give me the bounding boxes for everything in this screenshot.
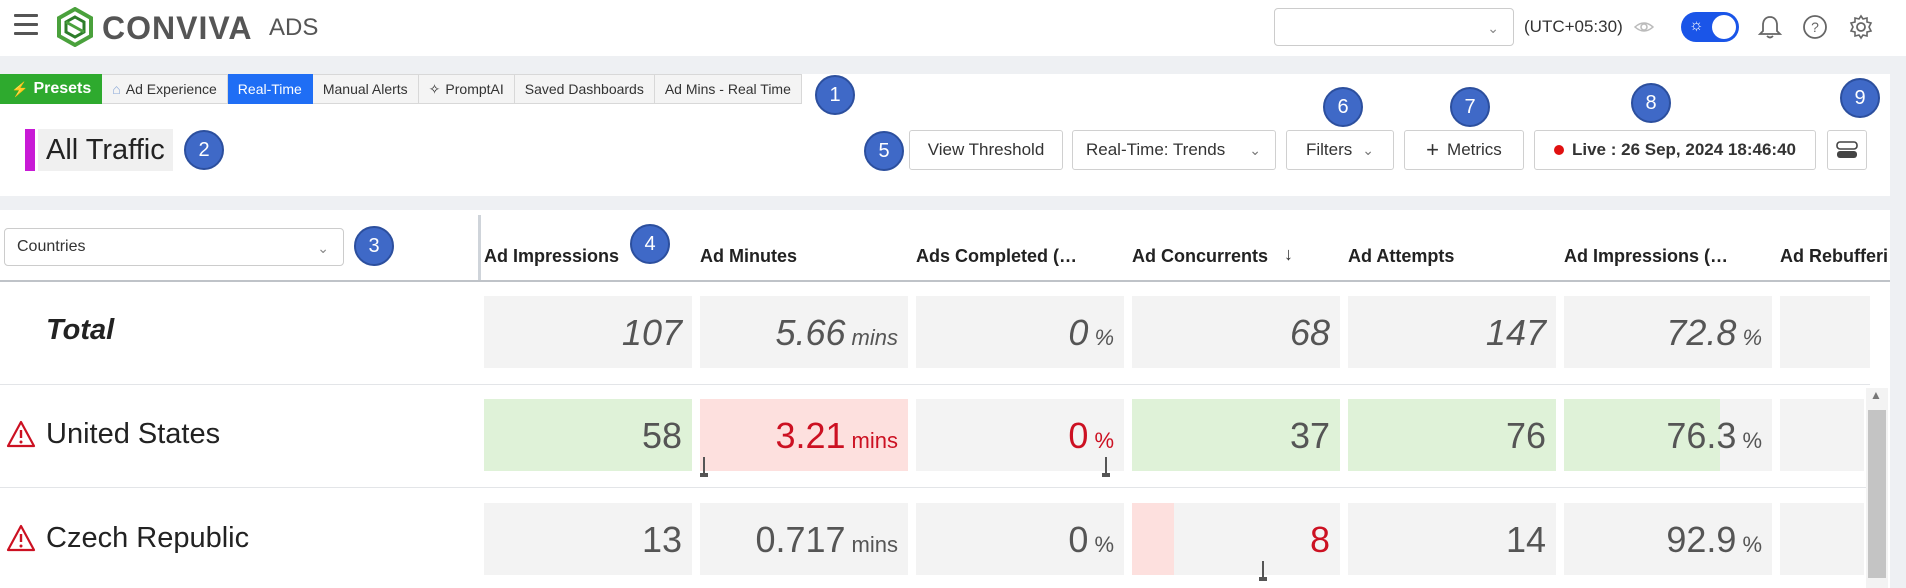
row-divider [0, 487, 1870, 488]
product-name: ADS [269, 14, 319, 41]
column-header-ad-rebuffering[interactable]: Ad Rebufferi [1780, 246, 1890, 267]
dashboard-title[interactable]: All Traffic [38, 129, 173, 171]
tab-ad-experience[interactable]: ⌂ Ad Experience [102, 74, 228, 104]
column-header-ad-impressions-pct[interactable]: Ad Impressions (… [1564, 246, 1728, 267]
tab-presets[interactable]: ⚡ Presets [0, 74, 103, 104]
metric-cell[interactable]: 58 [484, 399, 692, 471]
row-label-czech-republic[interactable]: Czech Republic [46, 522, 249, 555]
tab-saved-dashboards[interactable]: Saved Dashboards [514, 74, 655, 104]
account-select[interactable]: ⌄ [1274, 8, 1514, 46]
tab-ad-mins-real-time[interactable]: Ad Mins - Real Time [654, 74, 802, 104]
column-header-ad-impressions[interactable]: Ad Impressions [484, 246, 619, 267]
metric-cell[interactable]: 0% [916, 503, 1124, 575]
tab-real-time[interactable]: Real-Time [227, 74, 313, 104]
add-metrics-button[interactable]: + Metrics [1404, 130, 1524, 170]
sparkle-icon: ✧ [428, 80, 441, 97]
annotation-badge: 4 [630, 224, 670, 264]
column-header-ad-minutes[interactable]: Ad Minutes [700, 246, 797, 267]
title-color-marker [25, 129, 35, 171]
help-icon[interactable]: ? [1802, 14, 1828, 40]
view-threshold-button[interactable]: View Threshold [909, 130, 1063, 170]
metric-cell[interactable]: 0.717 mins [700, 503, 908, 575]
metric-cell[interactable]: 3.21 mins [700, 399, 908, 471]
plus-icon: + [1426, 137, 1440, 162]
annotation-badge: 2 [184, 130, 224, 170]
threshold-marker [1102, 457, 1110, 477]
column-header-ad-concurrents[interactable]: Ad Concurrents [1132, 246, 1268, 267]
metric-cell[interactable] [1780, 296, 1870, 368]
annotation-badge: 8 [1631, 83, 1671, 123]
eye-icon[interactable] [1634, 17, 1654, 37]
chevron-down-icon: ⌄ [317, 240, 329, 256]
svg-text:?: ? [1811, 19, 1819, 35]
conviva-logo-icon [57, 7, 93, 47]
annotation-badge: 3 [354, 226, 394, 266]
annotation-badge: 6 [1323, 87, 1363, 127]
metric-cell[interactable] [1780, 503, 1864, 575]
metric-cell[interactable]: 76 [1348, 399, 1556, 471]
sun-icon: ☼ [1689, 17, 1704, 34]
tab-promptai[interactable]: ✧ PromptAI [418, 74, 515, 104]
chevron-down-icon: ⌄ [1362, 141, 1374, 158]
dimension-select[interactable]: Countries ⌄ [4, 228, 344, 266]
timezone-label[interactable]: (UTC+05:30) [1524, 17, 1623, 37]
filters-button[interactable]: Filters ⌄ [1286, 130, 1394, 170]
chevron-down-icon: ⌄ [1487, 20, 1499, 36]
settings-gear-icon[interactable] [1848, 14, 1874, 40]
metric-cell[interactable] [1780, 399, 1864, 471]
hamburger-menu-icon[interactable] [14, 14, 38, 36]
metric-cell[interactable]: 8 [1132, 503, 1340, 575]
threshold-marker [700, 457, 708, 477]
annotation-badge: 9 [1840, 78, 1880, 118]
metric-cell[interactable]: 68 [1132, 296, 1340, 368]
annotation-badge: 5 [864, 131, 904, 171]
view-mode-select[interactable]: Real-Time: Trends ⌄ [1072, 130, 1276, 170]
metric-cell[interactable]: 14 [1348, 503, 1556, 575]
warning-icon[interactable] [6, 524, 36, 552]
metric-cell[interactable]: 0% [916, 399, 1124, 471]
annotation-badge: 7 [1450, 87, 1490, 127]
live-time-button[interactable]: Live : 26 Sep, 2024 18:46:40 [1534, 130, 1816, 170]
metric-cell[interactable]: 92.9% [1564, 503, 1772, 575]
metric-cell[interactable]: 147 [1348, 296, 1556, 368]
row-divider [0, 384, 1870, 385]
column-splitter[interactable] [478, 215, 481, 281]
row-label-total: Total [46, 314, 115, 346]
threshold-marker [1259, 561, 1267, 581]
metric-cell[interactable]: 72.8% [1564, 296, 1772, 368]
metric-cell[interactable]: 76.3% [1564, 399, 1772, 471]
lightning-icon: ⚡ [11, 80, 29, 97]
column-header-ads-completed[interactable]: Ads Completed (… [916, 246, 1077, 267]
metric-cell[interactable]: 0% [916, 296, 1124, 368]
metric-cell[interactable]: 13 [484, 503, 692, 575]
bell-icon[interactable] [1757, 14, 1783, 40]
chevron-down-icon: ⌄ [1249, 141, 1261, 158]
home-icon: ⌂ [112, 81, 121, 97]
theme-toggle[interactable]: ☼ [1681, 12, 1739, 42]
brand-name: CONVIVA [102, 10, 253, 46]
metric-cell[interactable]: 37 [1132, 399, 1340, 471]
scrollbar-thumb[interactable] [1868, 410, 1886, 578]
sort-descending-icon[interactable]: ↓ [1284, 244, 1293, 265]
layout-toggle-button[interactable] [1827, 130, 1867, 170]
metric-cell[interactable]: 5.66 mins [700, 296, 908, 368]
top-bar: CONVIVA ADS ⌄ (UTC+05:30) ☼ ? [0, 0, 1906, 56]
warning-icon[interactable] [6, 420, 36, 448]
tab-manual-alerts[interactable]: Manual Alerts [312, 74, 419, 104]
dashboard-tabs: ⚡ Presets ⌂ Ad Experience Real-Time Manual… [0, 74, 802, 104]
row-label-united-states[interactable]: United States [46, 418, 220, 451]
column-header-ad-attempts[interactable]: Ad Attempts [1348, 246, 1454, 267]
scroll-up-icon[interactable]: ▲ [1870, 388, 1882, 402]
annotation-badge: 1 [815, 75, 855, 115]
live-indicator-dot [1554, 145, 1564, 155]
toggle-panel-icon [1836, 141, 1858, 158]
metric-cell[interactable]: 107 [484, 296, 692, 368]
header-divider [0, 280, 1890, 282]
